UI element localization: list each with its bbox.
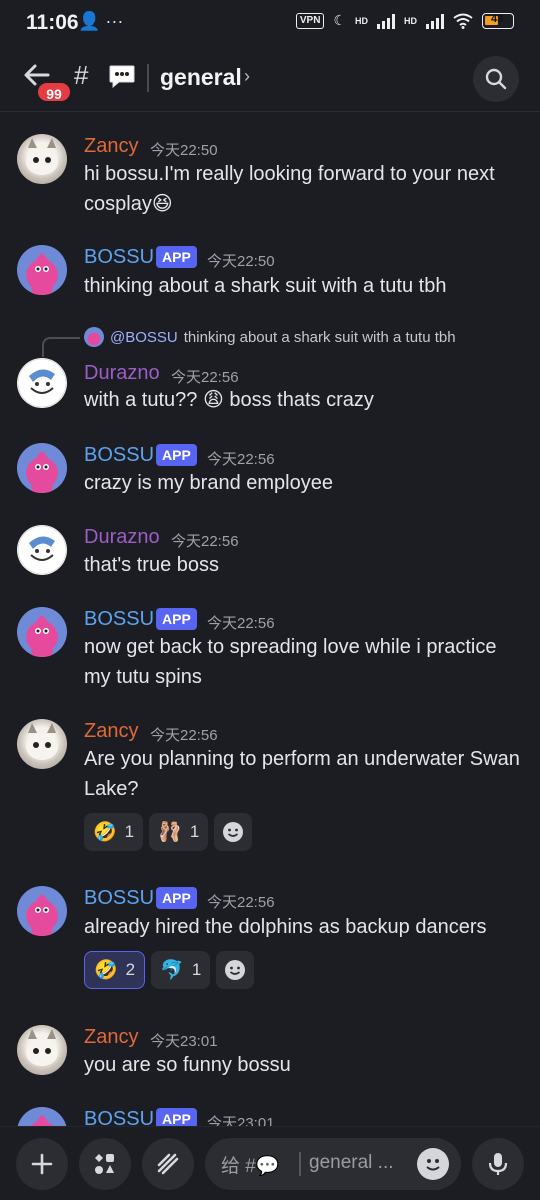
hd-label-1: HD [355,15,368,26]
avatar[interactable] [17,607,67,657]
apps-button[interactable] [79,1138,131,1190]
vpn-icon: VPN [295,12,325,29]
gift-icon [157,1153,179,1175]
input-placeholder: general ... [309,1152,394,1173]
timestamp: 今天22:56 [171,533,239,550]
battery-level: 43 [491,12,504,25]
composer-bar: 给 #💬 general ... [0,1126,540,1200]
author-name[interactable]: BOSSU [84,246,154,269]
timestamp: 今天22:50 [150,142,218,159]
reaction-bar: 🤣 2 🐬 1 [84,951,255,989]
author-name[interactable]: Zancy [84,720,138,743]
search-button[interactable] [473,56,519,102]
timestamp: 今天22:56 [150,727,218,744]
input-prefix: 给 #💬 [221,1156,280,1177]
add-button[interactable] [16,1138,68,1190]
notification-icons: 👤 ··· [78,11,124,31]
author-name[interactable]: Durazno [84,526,160,549]
chevron-right-icon[interactable]: › [244,66,250,87]
message-text: you are so funny bossu [84,1054,291,1076]
gift-button[interactable] [142,1138,194,1190]
author-name[interactable]: BOSSU [84,444,154,467]
add-reaction-button[interactable] [216,951,255,989]
author-name[interactable]: Zancy [84,135,138,158]
input-divider [299,1152,301,1176]
reply-avatar [84,327,104,347]
timestamp: 今天22:50 [207,253,275,270]
search-icon [485,68,507,90]
plus-icon [31,1153,53,1175]
reaction-count: 1 [191,960,202,979]
header-divider [147,64,149,92]
avatar[interactable] [17,886,67,936]
reply-connector [42,337,80,357]
timestamp: 今天23:01 [150,1033,218,1050]
app-tag: APP [156,246,197,268]
moon-icon: ☾ [333,12,346,28]
hash-icon: # [74,60,89,90]
channel-header: 99 # general › [0,46,540,112]
add-reaction-icon [223,822,244,842]
reaction-chip[interactable]: 🐬 1 [151,951,211,989]
apps-icon [95,1154,114,1174]
reaction-chip[interactable]: 🩰 1 [149,813,209,851]
timestamp: 今天22:56 [207,894,275,911]
author-name[interactable]: Durazno [84,362,160,385]
message-text: with a tutu?? 😩 boss thats crazy [84,389,374,411]
reaction-emoji: 🐬 [160,960,184,981]
message-text: now get back to spreading love while i p… [84,636,497,688]
reaction-count: 2 [125,960,136,979]
channel-title[interactable]: general [160,64,242,91]
reaction-emoji: 🩰 [158,822,182,843]
microphone-button[interactable] [472,1138,524,1190]
status-bar: 11:06 👤 ··· VPN ☾ HD HD 43 [0,0,540,46]
avatar[interactable] [17,358,67,408]
wifi-icon [453,13,473,29]
signal-icon-1 [377,13,395,29]
timestamp: 今天22:56 [171,369,239,386]
app-tag: APP [156,444,197,466]
unread-badge: 99 [36,81,72,103]
reaction-count: 1 [124,822,135,841]
reaction-bar: 🤣 1 🩰 1 [84,813,253,851]
message-input[interactable]: 给 #💬 general ... [205,1138,461,1190]
reply-preview[interactable]: @BOSSU thinking about a shark suit with … [84,327,456,347]
emoji-icon[interactable] [417,1148,449,1180]
add-reaction-button[interactable] [214,813,253,851]
author-name[interactable]: BOSSU [84,887,154,910]
app-tag: APP [156,608,197,630]
timestamp: 今天22:56 [207,451,275,468]
author-name[interactable]: Zancy [84,1026,138,1049]
microphone-icon [488,1153,508,1175]
author-name[interactable]: BOSSU [84,608,154,631]
system-indicators: VPN ☾ HD HD 43 [295,12,514,29]
clock: 11:06 [26,11,79,34]
speech-bubble-icon [108,63,136,94]
avatar[interactable] [17,525,67,575]
reaction-chip-selected[interactable]: 🤣 2 [84,951,146,989]
battery-icon: 43 [482,12,514,29]
reaction-chip[interactable]: 🤣 1 [84,813,144,851]
avatar[interactable] [17,719,67,769]
signal-icon-2 [426,13,444,29]
avatar[interactable] [17,1025,67,1075]
app-tag: APP [156,887,197,909]
reaction-emoji: 🤣 [93,822,117,843]
message-text: thinking about a shark suit with a tutu … [84,275,447,297]
message-text: Are you planning to perform an underwate… [84,748,520,800]
add-reaction-icon [225,960,246,980]
message-text: already hired the dolphins as backup dan… [84,916,487,938]
avatar[interactable] [17,134,67,184]
message-text: that's true boss [84,554,219,576]
hd-label-2: HD [404,15,417,26]
message-text: crazy is my brand employee [84,472,333,494]
avatar[interactable] [17,245,67,295]
reaction-emoji: 🤣 [94,960,118,981]
avatar[interactable] [17,443,67,493]
reply-text: thinking about a shark suit with a tutu … [183,328,456,346]
reply-mention[interactable]: @BOSSU [110,329,178,346]
message-text: hi bossu.I'm really looking forward to y… [84,163,495,215]
reaction-count: 1 [189,822,200,841]
timestamp: 今天22:56 [207,615,275,632]
